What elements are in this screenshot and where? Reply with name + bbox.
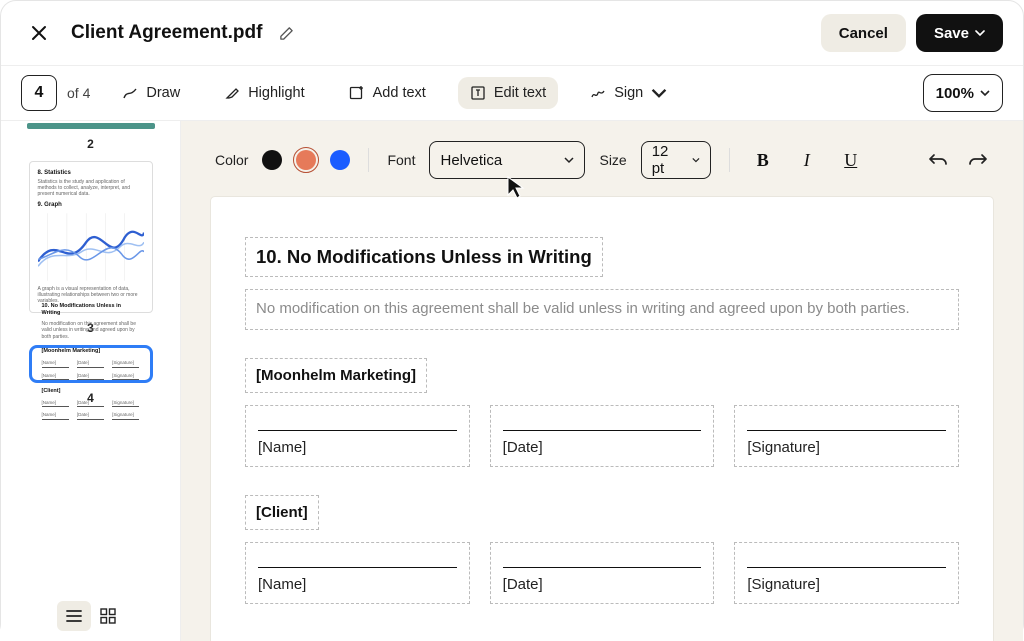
highlight-icon: [224, 85, 240, 101]
grid-view-toggle[interactable]: [91, 601, 125, 631]
thumbnail-page-4[interactable]: 10. No Modifications Unless in Writing N…: [29, 345, 153, 383]
cancel-button[interactable]: Cancel: [821, 14, 906, 52]
highlight-tool[interactable]: Highlight: [212, 77, 316, 109]
thumb4-party1: [Moonhelm Marketing]: [42, 348, 101, 354]
color-swatch-blue[interactable]: [330, 150, 350, 170]
chevron-down-icon: [980, 88, 990, 98]
save-button[interactable]: Save: [916, 14, 1003, 52]
thumb4-heading: 10. No Modifications Unless in Writing: [42, 303, 121, 316]
color-swatch-orange[interactable]: [296, 150, 316, 170]
current-page-input[interactable]: 4: [21, 75, 57, 111]
chevron-down-icon: [564, 155, 574, 165]
font-value: Helvetica: [440, 152, 502, 169]
draw-icon: [122, 85, 138, 101]
edit-text-tool[interactable]: Edit text: [458, 77, 558, 109]
add-text-icon: [349, 85, 365, 101]
thumbnail-page-2-partial[interactable]: [27, 123, 155, 129]
chevron-down-icon: [975, 28, 985, 38]
divider: [729, 148, 730, 172]
party-2-label[interactable]: [Client]: [245, 495, 319, 530]
size-value: 12 pt: [652, 143, 678, 177]
zoom-value: 100%: [936, 85, 974, 102]
thumb3-chart: [38, 212, 144, 282]
sign-tool[interactable]: Sign: [578, 77, 679, 109]
document-page[interactable]: 10. No Modifications Unless in Writing N…: [211, 197, 993, 641]
thumb4-para: No modification on this agreement shall …: [42, 321, 140, 341]
font-select[interactable]: Helvetica: [429, 141, 585, 179]
underline-button[interactable]: U: [836, 145, 866, 175]
draw-tool[interactable]: Draw: [110, 77, 192, 109]
page-count-label: of 4: [67, 85, 90, 101]
thumb4-party2: [Client]: [42, 388, 61, 394]
name-field[interactable]: [Name]: [245, 405, 470, 467]
document-title: Client Agreement.pdf: [71, 22, 262, 44]
list-view-toggle[interactable]: [57, 601, 91, 631]
redo-button[interactable]: [963, 145, 993, 175]
signature-field[interactable]: [Signature]: [734, 542, 959, 604]
chevron-down-icon: [651, 85, 667, 101]
thumb3-heading2: 9. Graph: [38, 202, 144, 208]
sign-label: Sign: [614, 85, 643, 101]
sign-icon: [590, 85, 606, 101]
rename-icon[interactable]: [274, 21, 298, 45]
date-field[interactable]: [Date]: [490, 405, 715, 467]
bold-button[interactable]: B: [748, 145, 778, 175]
thumbnail-page-3[interactable]: 8. Statistics Statistics is the study an…: [29, 161, 153, 313]
edit-text-icon: [470, 85, 486, 101]
add-text-tool[interactable]: Add text: [337, 77, 438, 109]
section-heading[interactable]: 10. No Modifications Unless in Writing: [245, 237, 603, 277]
size-label: Size: [599, 152, 626, 168]
party-1-label[interactable]: [Moonhelm Marketing]: [245, 358, 427, 393]
add-text-label: Add text: [373, 85, 426, 101]
thumb-label-2: 2: [87, 137, 94, 151]
text-format-bar: Color Font Helvetica Size 12 pt B I U: [215, 141, 993, 179]
cancel-label: Cancel: [839, 25, 888, 42]
thumb3-heading1: 8. Statistics: [38, 170, 144, 176]
thumb3-para2: A graph is a visual representation of da…: [38, 286, 144, 304]
name-field[interactable]: [Name]: [245, 542, 470, 604]
close-button[interactable]: [21, 15, 57, 51]
highlight-label: Highlight: [248, 85, 304, 101]
signature-field[interactable]: [Signature]: [734, 405, 959, 467]
font-label: Font: [387, 152, 415, 168]
undo-button[interactable]: [923, 145, 953, 175]
save-label: Save: [934, 25, 969, 42]
signature-row-1: [Name] [Date] [Signature]: [245, 405, 959, 467]
signature-row-2: [Name] [Date] [Signature]: [245, 542, 959, 604]
italic-button[interactable]: I: [792, 145, 822, 175]
edit-text-label: Edit text: [494, 85, 546, 101]
zoom-select[interactable]: 100%: [923, 74, 1003, 112]
divider: [368, 148, 369, 172]
date-field[interactable]: [Date]: [490, 542, 715, 604]
section-paragraph[interactable]: No modification on this agreement shall …: [245, 289, 959, 330]
chevron-down-icon: [692, 155, 700, 165]
size-select[interactable]: 12 pt: [641, 141, 711, 179]
thumb3-para1: Statistics is the study and application …: [38, 179, 144, 197]
draw-label: Draw: [146, 85, 180, 101]
page-thumbnails-sidebar: 2 8. Statistics Statistics is the study …: [1, 121, 181, 641]
color-label: Color: [215, 152, 248, 168]
color-swatch-black[interactable]: [262, 150, 282, 170]
